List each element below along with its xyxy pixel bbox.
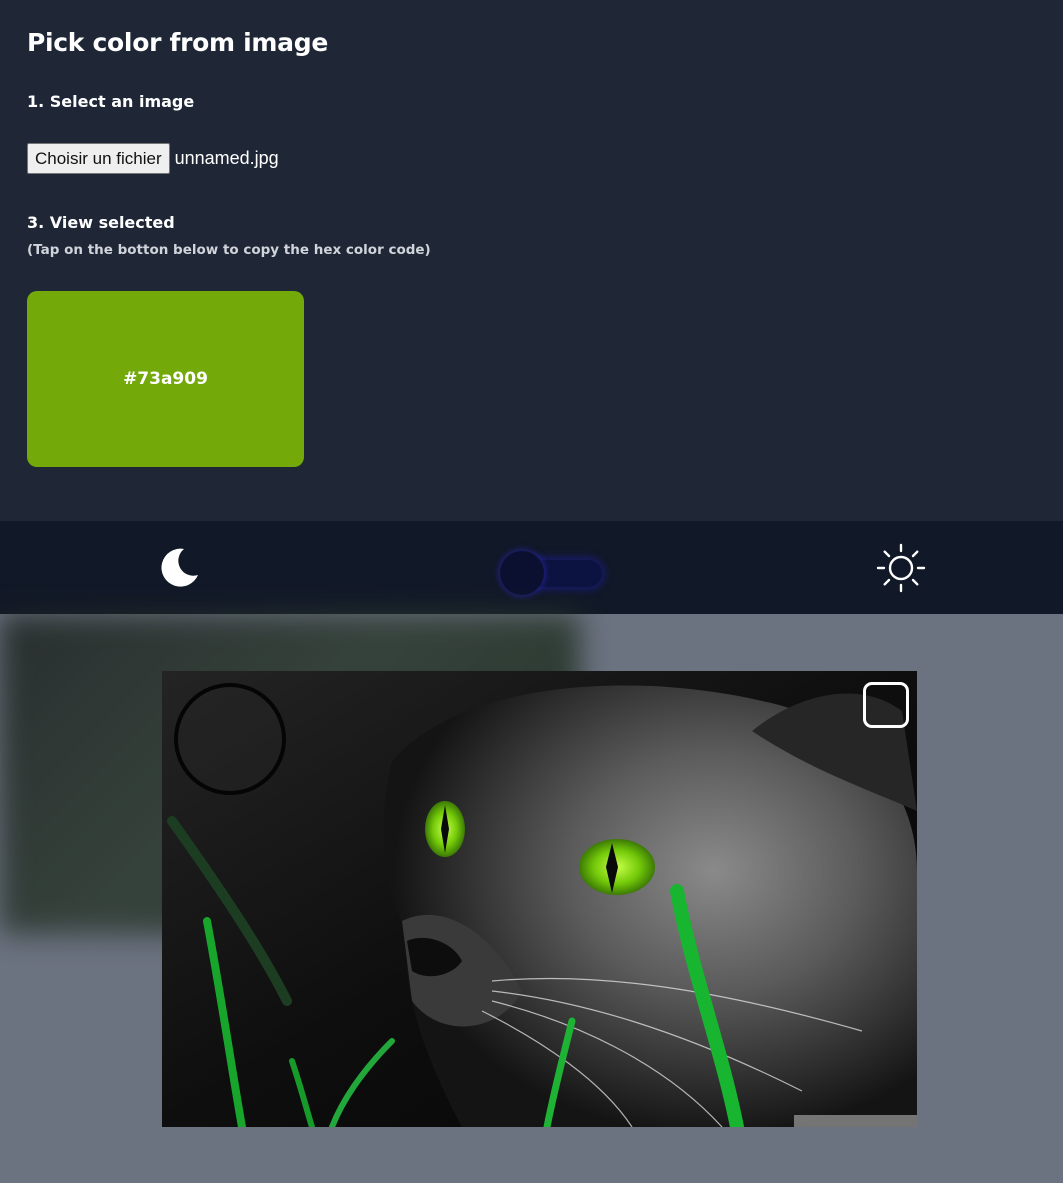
- copy-hint: (Tap on the botton below to copy the hex…: [27, 242, 431, 258]
- step-1-label: 1. Select an image: [27, 92, 195, 111]
- file-input[interactable]: Choisir un fichier unnamed.jpg: [27, 143, 279, 174]
- choose-file-button[interactable]: Choisir un fichier: [27, 143, 170, 174]
- magnifier-lens[interactable]: [174, 683, 286, 795]
- picker-panel: Pick color from image 1. Select an image…: [0, 0, 1063, 521]
- selected-file-name: unnamed.jpg: [174, 148, 279, 168]
- theme-switch[interactable]: [500, 551, 602, 595]
- color-swatch-button[interactable]: #73a909: [27, 291, 304, 467]
- moon-icon: [161, 548, 198, 587]
- expand-icon[interactable]: [863, 682, 909, 728]
- sun-icon: [876, 543, 926, 593]
- page-title: Pick color from image: [27, 28, 328, 57]
- step-3-label: 3. View selected: [27, 213, 175, 232]
- hex-code-label: #73a909: [123, 369, 208, 389]
- theme-switch-knob[interactable]: [500, 551, 544, 595]
